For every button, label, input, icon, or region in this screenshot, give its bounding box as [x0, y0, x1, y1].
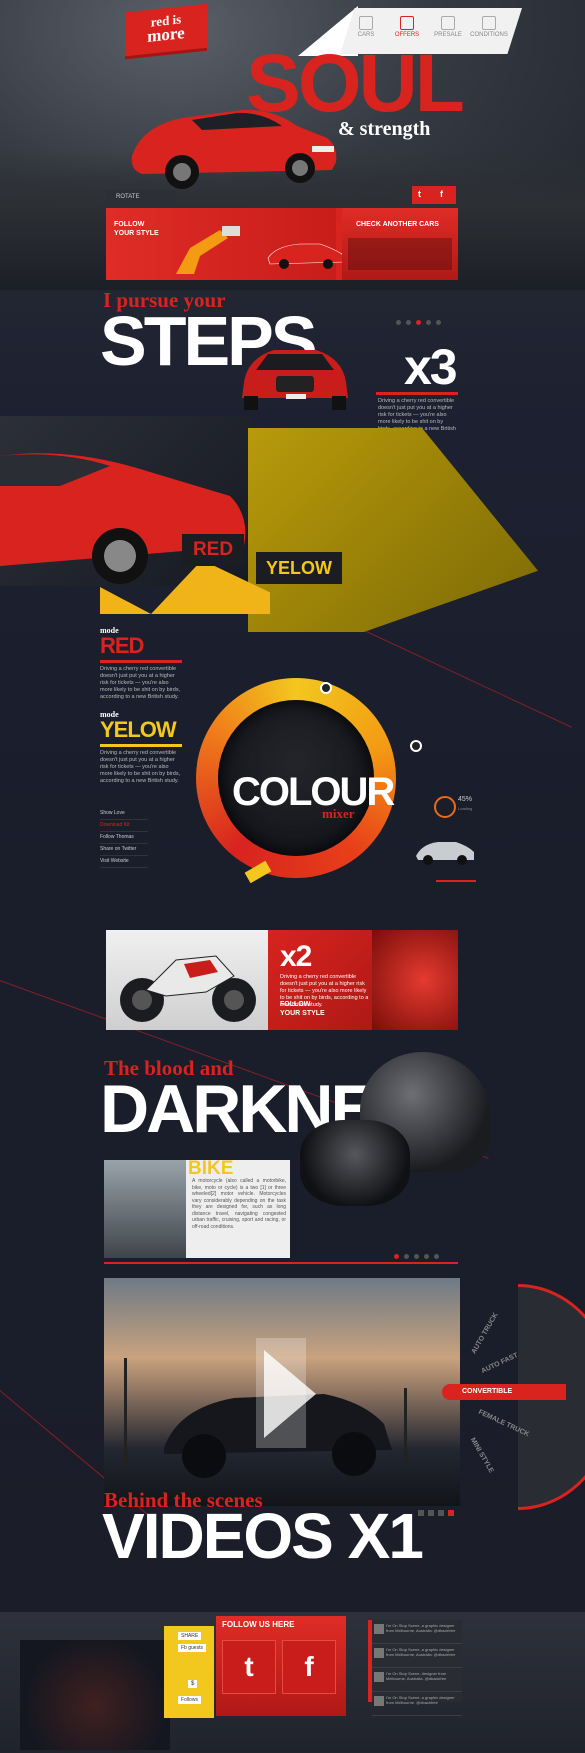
document-icon: [441, 16, 455, 30]
mode-name: YELOW: [100, 717, 177, 742]
steps-underline: [376, 392, 458, 395]
logo[interactable]: red is more: [125, 3, 207, 57]
steps-counter: x3: [404, 339, 458, 395]
follow-style-card[interactable]: FOLLOW YOUR STYLE: [106, 208, 345, 280]
wheel-item[interactable]: AUTO TRUCK: [471, 1312, 500, 1355]
feed-item[interactable]: I'm On Stop Scene, a graphic designer fr…: [372, 1620, 462, 1644]
nav-label: CONDITIONS: [470, 32, 508, 38]
wheel-item[interactable]: AUTO FAST: [480, 1352, 519, 1375]
mixer-title: COLOUR: [232, 770, 395, 814]
steps-pagination[interactable]: [396, 312, 446, 330]
play-icon[interactable]: [264, 1350, 316, 1438]
feed-text: I'm On Stop Scene, a graphic designer fr…: [386, 1647, 456, 1657]
link-show-love[interactable]: Show Love: [100, 808, 148, 820]
mixer-subtitle: mixer: [322, 806, 355, 821]
yellow-tag: YELOW: [256, 552, 342, 584]
red-helmet-image: [372, 930, 458, 1030]
page: red is more CARS OFFERS PRESALE CONDITIO…: [0, 0, 585, 1753]
count-badge: $: [188, 1680, 198, 1688]
feed-text: I'm On Stop Scene, a graphic designer fr…: [386, 1623, 456, 1633]
feed-text: I'm On Stop Scene, designer from Melbour…: [386, 1671, 447, 1681]
feed-item[interactable]: I'm On Stop Scene, a graphic designer fr…: [372, 1692, 462, 1716]
list-icon: [482, 16, 496, 30]
follow-title: FOLLOW US HERE: [222, 1620, 295, 1629]
follow-label: YOUR STYLE: [114, 230, 159, 237]
robot-arm-image: [176, 226, 240, 274]
car-icon: [359, 16, 373, 30]
ring-handle[interactable]: [410, 740, 422, 752]
avatar: [374, 1672, 384, 1682]
bike-image-panel: [106, 930, 268, 1030]
motorbike-image: [120, 955, 256, 1022]
follow-label: FOLLOW: [114, 221, 145, 228]
red-sedan-image: [131, 109, 337, 189]
car-thumb: [348, 238, 452, 270]
racing-bike-photo: [104, 1160, 186, 1258]
bike-card-title: BIKE: [188, 1158, 234, 1179]
bike-card-text: A motorcycle (also called a motorbike, b…: [192, 1178, 286, 1230]
avatar: [374, 1696, 384, 1706]
video-controls[interactable]: [418, 1510, 458, 1518]
twitter-button[interactable]: t: [222, 1640, 276, 1694]
control-icon[interactable]: [428, 1510, 434, 1516]
bike-counter: x2: [280, 940, 312, 973]
twitter-icon[interactable]: t: [418, 189, 421, 199]
feed-item[interactable]: I'm On Stop Scene, a graphic designer fr…: [372, 1644, 462, 1668]
check-label: CHECK ANOTHER CARS: [356, 221, 439, 228]
ring-handle[interactable]: [320, 682, 332, 694]
facebook-button[interactable]: f: [282, 1640, 336, 1694]
hero-subtitle: & strength: [338, 118, 431, 140]
avatar: [374, 1624, 384, 1634]
link-download-kit[interactable]: Download Kit: [100, 820, 148, 832]
share-panel: SHARE Fb guests $ Follows: [164, 1626, 214, 1718]
tag-icon: [400, 16, 414, 30]
silver-car-image: [416, 842, 474, 865]
feed-text: I'm On Stop Scene, a graphic designer fr…: [386, 1695, 455, 1705]
control-icon[interactable]: [438, 1510, 444, 1516]
rotate-label: ROTATE: [116, 194, 140, 200]
share-button[interactable]: SHARE: [178, 1632, 202, 1640]
fb-button[interactable]: Fb guests: [178, 1644, 206, 1652]
mode-yellow: mode YELOW Driving a cherry red converti…: [100, 710, 182, 785]
loading-ring: [434, 796, 456, 818]
facebook-icon[interactable]: f: [440, 189, 443, 199]
loading-percent: 45%: [458, 796, 473, 803]
link-visit-website[interactable]: Visit Website: [100, 856, 148, 868]
videos-title: VIDEOS X1: [102, 1500, 424, 1572]
social-feed: I'm On Stop Scene, a graphic designer fr…: [368, 1620, 462, 1716]
check-cars-card[interactable]: CHECK ANOTHER CARS: [342, 208, 458, 280]
action-links: Show Love Download Kit Follow Thomas Sha…: [100, 808, 148, 868]
promo-panel: FOLLOW YOUR STYLE CHECK ANOTHER CARS: [106, 208, 458, 280]
wheel-item-active[interactable]: CONVERTIBLE: [442, 1384, 566, 1400]
feed-item[interactable]: I'm On Stop Scene, designer from Melbour…: [372, 1668, 462, 1692]
twitter-icon: t: [244, 1651, 254, 1682]
mode-name: RED: [100, 633, 144, 658]
loading-caption: Loading: [458, 806, 473, 811]
audi-car-image: [242, 350, 348, 410]
yellow-car-panel: [248, 428, 538, 632]
sports-car-image: [267, 243, 345, 269]
gloves-image: [300, 1120, 410, 1206]
facebook-icon: f: [304, 1651, 314, 1682]
link-share-twitter[interactable]: Share on Twitter: [100, 844, 148, 856]
follow-label: YOUR STYLE: [280, 1010, 325, 1017]
avatar: [374, 1648, 384, 1658]
mode-text: Driving a cherry red convertible doesn't…: [100, 666, 181, 700]
mode-underline: [100, 660, 182, 663]
follows-button[interactable]: Follows: [178, 1696, 201, 1704]
mode-underline: [100, 744, 182, 747]
control-icon[interactable]: [448, 1510, 454, 1516]
slider-track[interactable]: [436, 880, 476, 882]
section-divider: [104, 1262, 458, 1264]
bike-follow[interactable]: FOLLOW YOUR STYLE: [280, 1000, 325, 1018]
rotate-control[interactable]: ROTATE: [106, 190, 176, 204]
wheel-item[interactable]: MINI STYLE: [469, 1437, 495, 1475]
motorcycle-rider-image: [20, 1640, 170, 1750]
mode-red: mode RED Driving a cherry red convertibl…: [100, 626, 182, 701]
red-tag: RED: [182, 534, 244, 566]
hero-social: t f: [412, 186, 456, 204]
mode-text: Driving a cherry red convertible doesn't…: [100, 750, 181, 784]
follow-label: FOLLOW: [280, 1001, 311, 1008]
link-follow-thomas[interactable]: Follow Thomas: [100, 832, 148, 844]
